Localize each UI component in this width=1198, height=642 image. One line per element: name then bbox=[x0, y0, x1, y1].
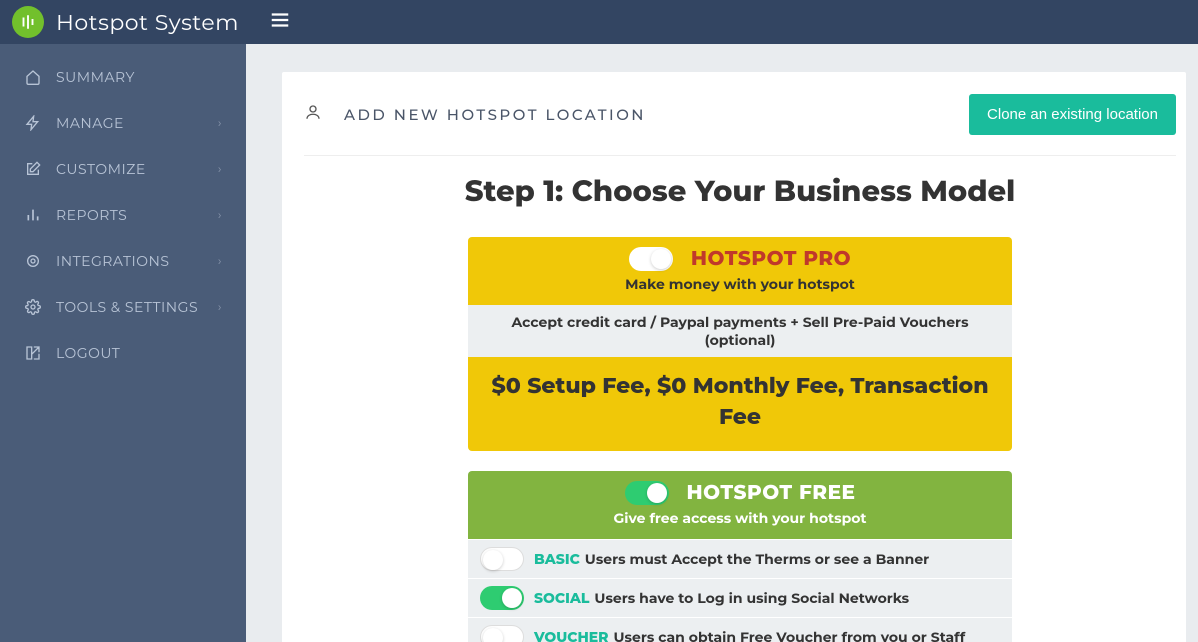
logout-icon bbox=[24, 345, 42, 361]
topbar: Hotspot System bbox=[0, 0, 1198, 44]
step-title: Step 1: Choose Your Business Model bbox=[304, 174, 1176, 209]
bolt-icon bbox=[24, 115, 42, 131]
chevron-right-icon: › bbox=[218, 116, 222, 131]
sidebar-item-label: CUSTOMIZE bbox=[56, 160, 146, 178]
page-title: ADD NEW HOTSPOT LOCATION bbox=[344, 105, 646, 124]
user-icon bbox=[304, 103, 322, 126]
chevron-right-icon: › bbox=[218, 162, 222, 177]
edit-icon bbox=[24, 161, 42, 177]
sidebar-item-label: INTEGRATIONS bbox=[56, 252, 169, 270]
hotspot-pro-fee: $0 Setup Fee, $0 Monthly Fee, Transactio… bbox=[468, 357, 1012, 451]
logo-icon bbox=[12, 6, 44, 38]
sidebar-item-summary[interactable]: SUMMARY bbox=[0, 54, 246, 100]
gear-icon bbox=[24, 299, 42, 315]
card: ADD NEW HOTSPOT LOCATION Clone an existi… bbox=[282, 72, 1186, 642]
clone-location-button[interactable]: Clone an existing location bbox=[969, 94, 1176, 135]
hotspot-free-subtitle: Give free access with your hotspot bbox=[478, 509, 1002, 527]
sidebar-item-integrations[interactable]: INTEGRATIONS › bbox=[0, 238, 246, 284]
target-icon bbox=[24, 253, 42, 269]
sidebar-item-tools[interactable]: TOOLS & SETTINGS › bbox=[0, 284, 246, 330]
sidebar-item-reports[interactable]: REPORTS › bbox=[0, 192, 246, 238]
sidebar-item-logout[interactable]: LOGOUT bbox=[0, 330, 246, 376]
chevron-right-icon: › bbox=[218, 208, 222, 223]
hotspot-pro-description: Accept credit card / Paypal payments + S… bbox=[468, 305, 1012, 357]
sidebar-item-label: MANAGE bbox=[56, 114, 124, 132]
hotspot-free-toggle[interactable] bbox=[625, 481, 669, 505]
option-key: VOUCHER bbox=[534, 628, 609, 642]
chart-icon bbox=[24, 207, 42, 223]
hotspot-pro-title: HOTSPOT PRO bbox=[691, 247, 851, 271]
card-header: ADD NEW HOTSPOT LOCATION Clone an existi… bbox=[304, 94, 1176, 156]
hotspot-pro-subtitle: Make money with your hotspot bbox=[478, 275, 1002, 293]
sidebar-item-label: LOGOUT bbox=[56, 344, 120, 362]
hotspot-free-title: HOTSPOT FREE bbox=[687, 481, 856, 505]
sidebar: SUMMARY MANAGE › CUSTOMIZE › REPORTS › I… bbox=[0, 44, 246, 642]
basic-toggle[interactable] bbox=[480, 547, 524, 571]
hotspot-free-box: HOTSPOT FREE Give free access with your … bbox=[468, 471, 1012, 642]
sidebar-item-manage[interactable]: MANAGE › bbox=[0, 100, 246, 146]
hotspot-pro-box: HOTSPOT PRO Make money with your hotspot… bbox=[468, 237, 1012, 451]
option-key: SOCIAL bbox=[534, 589, 589, 607]
option-row-social: SOCIAL Users have to Log in using Social… bbox=[468, 578, 1012, 617]
social-toggle[interactable] bbox=[480, 586, 524, 610]
chevron-right-icon: › bbox=[218, 254, 222, 269]
option-row-voucher: VOUCHER Users can obtain Free Voucher fr… bbox=[468, 617, 1012, 642]
hotspot-pro-toggle[interactable] bbox=[629, 247, 673, 271]
home-icon bbox=[24, 69, 42, 85]
sidebar-item-label: REPORTS bbox=[56, 206, 127, 224]
menu-toggle-icon[interactable] bbox=[269, 9, 291, 36]
chevron-right-icon: › bbox=[218, 300, 222, 315]
option-key: BASIC bbox=[534, 550, 580, 568]
sidebar-item-customize[interactable]: CUSTOMIZE › bbox=[0, 146, 246, 192]
main-content: ADD NEW HOTSPOT LOCATION Clone an existi… bbox=[246, 44, 1198, 642]
sidebar-item-label: SUMMARY bbox=[56, 68, 135, 86]
option-text: Users must Accept the Therms or see a Ba… bbox=[585, 550, 929, 568]
option-text: Users can obtain Free Voucher from you o… bbox=[614, 628, 966, 642]
option-row-basic: BASIC Users must Accept the Therms or se… bbox=[468, 539, 1012, 578]
option-text: Users have to Log in using Social Networ… bbox=[594, 589, 909, 607]
brand-title: Hotspot System bbox=[56, 9, 239, 36]
voucher-toggle[interactable] bbox=[480, 625, 524, 642]
sidebar-item-label: TOOLS & SETTINGS bbox=[56, 298, 198, 316]
